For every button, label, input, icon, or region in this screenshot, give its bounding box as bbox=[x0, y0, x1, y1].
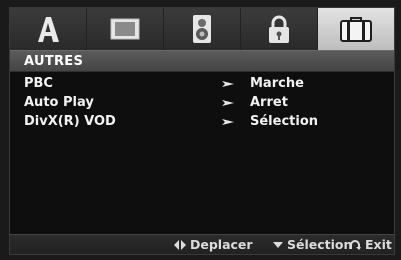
tab-audio[interactable] bbox=[164, 8, 241, 50]
section-title: AUTRES bbox=[24, 54, 84, 69]
briefcase-icon bbox=[340, 17, 372, 42]
padlock-icon bbox=[269, 15, 289, 43]
tab-lock[interactable] bbox=[241, 8, 318, 50]
setting-label: PBC bbox=[24, 76, 53, 91]
exit-label: Exit bbox=[365, 237, 392, 252]
arrow-right-icon bbox=[222, 81, 234, 87]
setup-menu-screen: AUTRES PBC Marche Auto Play Arret DivX(R… bbox=[9, 7, 395, 255]
speaker-icon bbox=[193, 15, 211, 43]
letter-a-icon bbox=[38, 17, 59, 42]
setting-row-divx-vod[interactable]: DivX(R) VOD Sélection bbox=[10, 112, 394, 131]
select-label: Sélection bbox=[287, 237, 353, 252]
move-hint: Deplacer bbox=[174, 237, 253, 252]
tab-display[interactable] bbox=[87, 8, 164, 50]
setting-row-auto-play[interactable]: Auto Play Arret bbox=[10, 93, 394, 112]
return-icon bbox=[350, 239, 361, 250]
arrow-right-icon bbox=[222, 100, 234, 106]
move-label: Deplacer bbox=[190, 237, 253, 252]
tab-others[interactable] bbox=[318, 8, 394, 50]
down-arrow-icon bbox=[273, 241, 283, 248]
settings-list: PBC Marche Auto Play Arret DivX(R) VOD S… bbox=[10, 74, 394, 131]
left-right-arrows-icon bbox=[174, 239, 186, 250]
section-header: AUTRES bbox=[10, 50, 394, 72]
setting-label: DivX(R) VOD bbox=[24, 114, 116, 129]
setting-label: Auto Play bbox=[24, 95, 94, 110]
setting-value: Marche bbox=[250, 76, 304, 91]
tab-language[interactable] bbox=[10, 8, 87, 50]
tv-frame: AUTRES PBC Marche Auto Play Arret DivX(R… bbox=[0, 0, 401, 260]
category-tab-bar bbox=[10, 8, 394, 50]
screen-icon bbox=[110, 18, 140, 40]
arrow-right-icon bbox=[222, 119, 234, 125]
footer-hint-bar: Deplacer Sélection Exit bbox=[10, 234, 394, 254]
exit-hint: Exit bbox=[349, 237, 392, 252]
setting-row-pbc[interactable]: PBC Marche bbox=[10, 74, 394, 93]
setting-value: Arret bbox=[250, 95, 288, 110]
setting-value: Sélection bbox=[250, 114, 319, 129]
select-hint: Sélection bbox=[273, 237, 352, 252]
